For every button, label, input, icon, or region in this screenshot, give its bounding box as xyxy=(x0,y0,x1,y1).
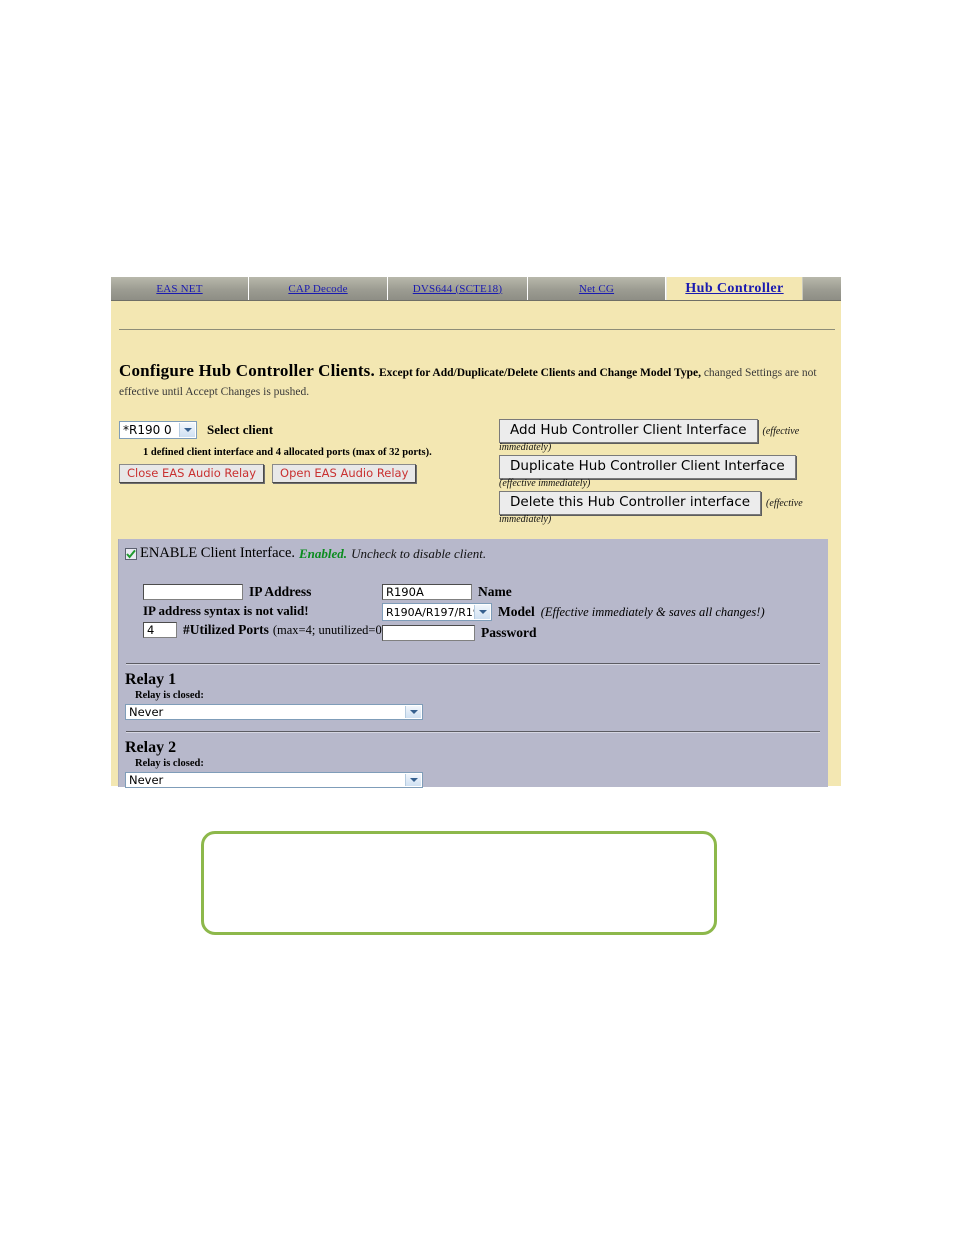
enable-client-label: ENABLE Client Interface. xyxy=(140,545,296,561)
relay-2-sub: Relay is closed: xyxy=(135,758,204,769)
tab-eas-net-label: EAS NET xyxy=(156,282,203,295)
add-client-note: (effective xyxy=(762,426,800,437)
tab-dvs644[interactable]: DVS644 (SCTE18) xyxy=(388,277,528,300)
enable-client-hint: Uncheck to disable client. xyxy=(351,545,487,561)
relay-1-sub: Relay is closed: xyxy=(135,690,204,701)
eas-audio-relay-buttons: Close EAS Audio Relay Open EAS Audio Rel… xyxy=(119,464,417,483)
open-eas-audio-relay-button[interactable]: Open EAS Audio Relay xyxy=(272,464,417,483)
password-label: Password xyxy=(481,624,537,640)
content-top-rule xyxy=(119,329,835,330)
tab-cap-decode-label: CAP Decode xyxy=(288,282,348,295)
tab-bar-filler xyxy=(803,277,841,300)
relay-1-title: Relay 1 xyxy=(125,671,177,688)
relay-2-dropdown[interactable]: Never xyxy=(125,771,423,788)
page-root: EAS NET CAP Decode DVS644 (SCTE18) Net C… xyxy=(0,0,954,1235)
callout-box xyxy=(201,831,717,935)
divider-above-relay-2 xyxy=(126,731,820,733)
client-form-left: IP Address IP address syntax is not vali… xyxy=(143,583,393,639)
enable-client-interface-row: ENABLE Client Interface. Enabled. Unchec… xyxy=(125,545,486,562)
delete-hub-controller-client-button[interactable]: Delete this Hub Controller interface xyxy=(499,491,762,515)
client-settings-panel: ENABLE Client Interface. Enabled. Unchec… xyxy=(118,539,828,788)
relay-2-title: Relay 2 xyxy=(125,739,177,756)
tab-hub-controller-label: Hub Controller xyxy=(685,280,784,296)
password-row: Password xyxy=(382,623,812,641)
content-area: Configure Hub Controller Clients. Except… xyxy=(111,301,841,788)
ip-address-row: IP Address xyxy=(143,583,393,601)
delete-client-row: Delete this Hub Controller interface (eff… xyxy=(499,491,829,525)
client-summary-text: 1 defined client interface and 4 allocat… xyxy=(143,447,432,458)
ip-address-label: IP Address xyxy=(249,584,312,600)
model-value: R190A/R197/R198 xyxy=(386,605,487,619)
chevron-down-icon xyxy=(405,773,421,786)
chevron-down-icon xyxy=(474,605,490,620)
tab-cap-decode[interactable]: CAP Decode xyxy=(249,277,388,300)
divider-above-relay-1 xyxy=(126,663,820,665)
model-note: (Effective immediately & saves all chang… xyxy=(540,604,765,619)
model-label: Model xyxy=(498,604,535,620)
page-title-emphasis: Except for Add/Duplicate/Delete Clients … xyxy=(378,367,701,379)
select-client-group: *R190 0 Select client 1 defined client i… xyxy=(119,421,479,483)
password-input[interactable] xyxy=(382,624,475,641)
chevron-down-icon xyxy=(405,705,421,718)
tab-net-cg[interactable]: Net CG xyxy=(528,277,666,300)
relay-1-block: Relay 1 Relay is closed: Never xyxy=(125,671,821,720)
page-title-main: Configure Hub Controller Clients. xyxy=(119,361,375,380)
utilized-ports-row: 4 #Utilized Ports (max=4; unutilized=0) xyxy=(143,621,393,639)
hub-controller-app: EAS NET CAP Decode DVS644 (SCTE18) Net C… xyxy=(111,277,841,788)
ip-address-input[interactable] xyxy=(143,584,243,601)
delete-client-note: (effective xyxy=(766,498,803,509)
enable-client-checkbox[interactable] xyxy=(125,547,137,560)
close-eas-audio-relay-button[interactable]: Close EAS Audio Relay xyxy=(119,464,265,483)
delete-client-note2: immediately) xyxy=(499,514,552,525)
select-client-value: *R190 0 xyxy=(123,423,172,438)
add-client-note2: immediately) xyxy=(499,442,552,453)
duplicate-client-note: (effective immediately) xyxy=(499,478,591,489)
ip-address-error: IP address syntax is not valid! xyxy=(143,603,309,618)
tab-dvs644-label: DVS644 (SCTE18) xyxy=(412,282,503,295)
client-name-input[interactable]: R190A xyxy=(382,584,472,601)
model-row: R190A/R197/R198 Model (Effective immediat… xyxy=(382,603,812,622)
relay-1-value: Never xyxy=(129,704,164,719)
relay-2-block: Relay 2 Relay is closed: Never xyxy=(125,739,821,788)
utilized-ports-note: (max=4; unutilized=0) xyxy=(272,623,386,637)
utilized-ports-input[interactable]: 4 xyxy=(143,622,177,639)
tab-bar: EAS NET CAP Decode DVS644 (SCTE18) Net C… xyxy=(111,277,841,301)
utilized-ports-label: #Utilized Ports xyxy=(183,622,269,638)
tab-hub-controller[interactable]: Hub Controller xyxy=(666,277,803,300)
duplicate-hub-controller-client-button[interactable]: Duplicate Hub Controller Client Interfac… xyxy=(499,455,796,479)
relay-1-dropdown[interactable]: Never xyxy=(125,703,423,720)
client-name-label: Name xyxy=(478,584,512,600)
duplicate-client-row: Duplicate Hub Controller Client Interfac… xyxy=(499,455,829,489)
select-client-label: Select client xyxy=(207,422,274,438)
page-title: Configure Hub Controller Clients. Except… xyxy=(119,362,829,401)
client-form-right: R190A Name R190A/R197/R198 Model (Effectiv… xyxy=(382,583,812,641)
client-action-buttons: Add Hub Controller Client Interface (effe… xyxy=(499,419,829,527)
select-client-dropdown[interactable]: *R190 0 xyxy=(119,421,197,440)
tab-net-cg-label: Net CG xyxy=(578,282,615,295)
chevron-down-icon xyxy=(179,423,195,438)
tab-eas-net[interactable]: EAS NET xyxy=(111,277,249,300)
add-hub-controller-client-button[interactable]: Add Hub Controller Client Interface xyxy=(499,419,758,443)
name-row: R190A Name xyxy=(382,583,812,601)
add-client-row: Add Hub Controller Client Interface (effe… xyxy=(499,419,829,453)
relay-2-value: Never xyxy=(129,772,164,787)
model-dropdown[interactable]: R190A/R197/R198 xyxy=(382,603,492,622)
enable-client-state: Enabled. xyxy=(299,545,348,561)
